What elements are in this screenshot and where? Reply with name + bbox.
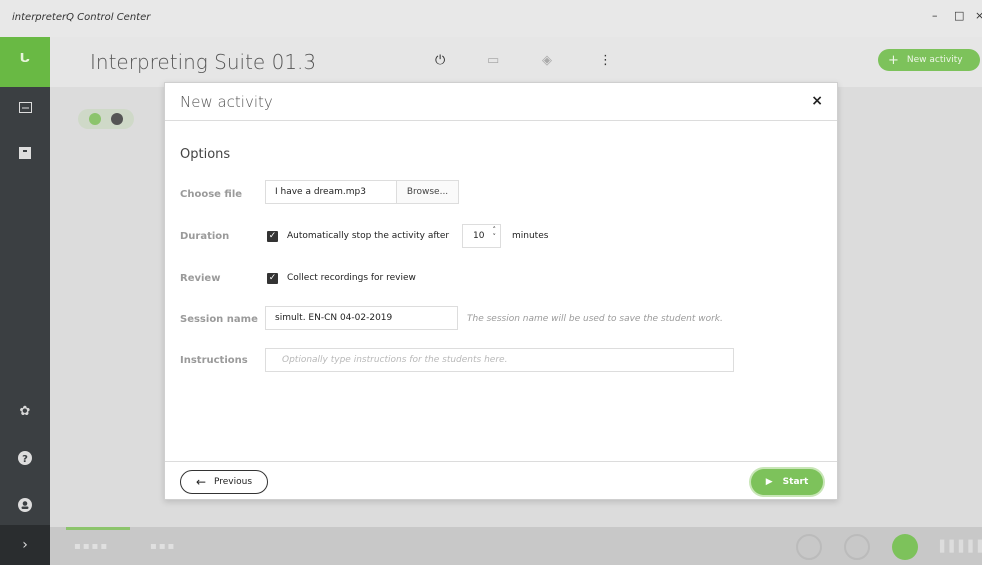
dialog-header: New activity × [165, 83, 837, 121]
instructions-label: Instructions [180, 355, 248, 366]
review-checkbox[interactable]: ✓ [267, 273, 278, 284]
minutes-stepper[interactable]: 10 ˄ ˅ [462, 224, 501, 248]
active-tab-indicator [66, 527, 130, 530]
previous-button[interactable]: ← Previous [180, 470, 268, 494]
dropbox-icon[interactable] [17, 145, 33, 161]
mode-toggle[interactable] [78, 109, 134, 129]
voice-icon[interactable] [892, 534, 918, 560]
chevron-right-icon[interactable]: › [0, 525, 50, 565]
start-label: Start [782, 477, 809, 487]
close-window-icon[interactable]: × [975, 9, 982, 22]
group-tab-1[interactable]: ▪▪▪▪ [74, 541, 109, 552]
app-header: Interpreting Suite 01.3 ⏻ ▭ ◈ ⋮ + New ac… [50, 37, 982, 87]
new-activity-dialog: New activity × Options Choose file I hav… [164, 82, 838, 500]
options-heading: Options [180, 147, 231, 162]
plus-icon: + [888, 52, 899, 68]
session-name-input[interactable]: simult. EN-CN 04-02-2019 [265, 306, 458, 330]
play-icon: ▶ [765, 477, 773, 487]
close-icon[interactable]: × [811, 93, 823, 109]
instructions-input[interactable]: Optionally type instructions for the stu… [265, 348, 734, 372]
new-activity-button[interactable]: + New activity [878, 49, 980, 71]
new-activity-label: New activity [906, 55, 963, 65]
file-field[interactable]: I have a dream.mp3 Browse... [265, 180, 459, 204]
browse-button[interactable]: Browse... [396, 181, 458, 203]
session-name-hint: The session name will be used to save th… [467, 314, 723, 324]
session-name-value: simult. EN-CN 04-02-2019 [275, 313, 393, 323]
previous-label: Previous [214, 477, 253, 487]
more-icon[interactable]: ⋮ [599, 53, 612, 68]
session-name-label: Session name [180, 314, 258, 325]
start-button[interactable]: ▶ Start [751, 469, 823, 495]
review-label: Review [180, 273, 221, 284]
sidebar: ᒡ ✿ ? › [0, 37, 50, 565]
power-icon[interactable]: ⏻ [435, 53, 445, 68]
minutes-value: 10 [473, 231, 485, 241]
review-text: Collect recordings for review [287, 273, 416, 283]
minutes-unit: minutes [512, 231, 549, 241]
duration-checkbox[interactable]: ✓ [267, 231, 278, 242]
gear-icon[interactable]: ✿ [17, 403, 33, 419]
arrow-left-icon: ← [195, 475, 206, 489]
stepper-arrows-icon[interactable]: ˄ ˅ [493, 227, 497, 241]
maximize-icon[interactable]: □ [954, 9, 964, 22]
svg-text:?: ? [22, 454, 28, 465]
minimize-icon[interactable]: – [932, 9, 938, 22]
file-name: I have a dream.mp3 [275, 187, 366, 197]
dialog-footer-divider [165, 461, 837, 462]
duration-label: Duration [180, 231, 230, 242]
choose-file-label: Choose file [180, 189, 243, 200]
instructions-placeholder: Optionally type instructions for the stu… [282, 355, 508, 365]
app-title: Interpreting Suite 01.3 [90, 50, 317, 74]
screen-mode-icon[interactable] [89, 113, 101, 125]
shield-icon[interactable]: ◈ [542, 53, 552, 68]
grid-icon[interactable] [17, 99, 33, 115]
attachment-icon[interactable] [844, 534, 870, 560]
screen-icon[interactable]: ▭ [487, 53, 499, 68]
window-title: interpreterQ Control Center [12, 12, 151, 23]
app-logo: ᒡ [0, 37, 50, 87]
window-titlebar: interpreterQ Control Center – □ × [0, 0, 982, 37]
bottom-bar: ▪▪▪▪ ▪▪▪ ▌▌▌▌▌ [50, 527, 982, 565]
level-bars-icon: ▌▌▌▌▌ [940, 540, 982, 553]
duration-text: Automatically stop the activity after [287, 231, 450, 241]
video-mode-icon[interactable] [111, 113, 123, 125]
group-tab-2[interactable]: ▪▪▪ [150, 541, 176, 552]
help-icon[interactable]: ? [17, 450, 33, 466]
dialog-title: New activity [180, 93, 273, 111]
user-icon[interactable] [17, 497, 33, 513]
chat-icon[interactable] [796, 534, 822, 560]
